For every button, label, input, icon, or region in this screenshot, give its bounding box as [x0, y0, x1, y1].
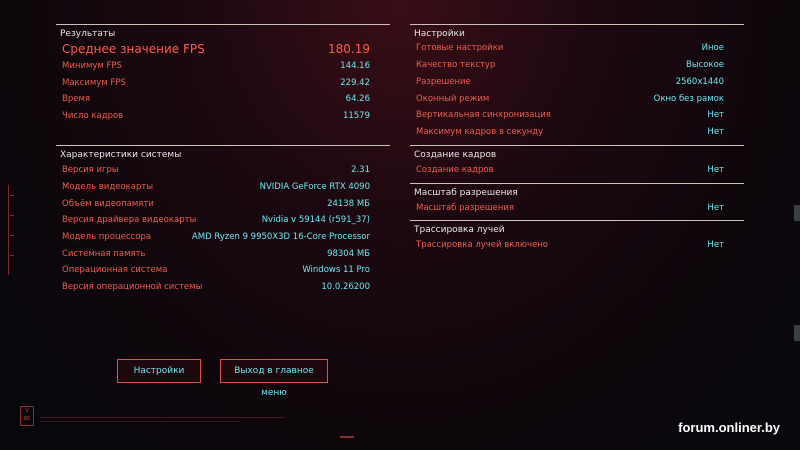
row-label: Время: [62, 94, 90, 104]
right-decoration: [794, 325, 800, 341]
settings-panel: Настройки Готовые настройки Иное Качеств…: [410, 24, 744, 142]
game-version-row: Версия игры 2.31: [56, 162, 390, 179]
row-label: Среднее значение FPS: [62, 42, 205, 56]
row-value: Высокое: [686, 60, 724, 70]
side-decoration: [8, 185, 17, 275]
row-label: Версия операционной системы: [62, 282, 203, 292]
avg-fps-row: Среднее значение FPS 180.19: [56, 41, 390, 59]
right-decoration: [794, 205, 800, 221]
ray-tracing-panel: Трассировка лучей Трассировка лучей вклю…: [410, 220, 744, 256]
row-label: Максимум FPS: [62, 78, 126, 88]
row-value: Окно без рамок: [653, 94, 724, 104]
footer-divider: [40, 421, 240, 422]
os-row: Операционная система Windows 11 Pro: [56, 262, 390, 279]
res-scaling-panel: Масштаб разрешения Масштаб разрешения Не…: [410, 183, 744, 219]
row-label: Масштаб разрешения: [416, 203, 515, 213]
os-version-row: Версия операционной системы 10.0.26200: [56, 279, 390, 296]
vsync-row: Вертикальная синхронизация Нет: [410, 107, 744, 124]
watermark: forum.onliner.by: [678, 420, 780, 435]
row-label: Максимум кадров в секунду: [416, 127, 544, 137]
row-label: Разрешение: [416, 77, 471, 87]
time-row: Время 64.26: [56, 91, 390, 108]
footer-mark-icon: [340, 436, 354, 438]
row-label: Объём видеопамяти: [62, 199, 154, 209]
ray-tracing-row: Трассировка лучей включено Нет: [410, 237, 744, 254]
row-label: Качество текстур: [416, 60, 496, 70]
frame-gen-row: Создание кадров Нет: [410, 162, 744, 179]
gpu-model-row: Модель видеокарты NVIDIA GeForce RTX 409…: [56, 179, 390, 196]
row-value: 180.19: [328, 42, 370, 56]
row-value: 2.31: [351, 165, 370, 175]
row-value: Nvidia v 59144 (r591_37): [261, 215, 370, 225]
row-label: Модель видеокарты: [62, 182, 154, 192]
row-value: 2560x1440: [675, 77, 724, 87]
row-label: Вертикальная синхронизация: [416, 110, 551, 120]
footer-divider: [40, 417, 285, 418]
settings-button[interactable]: Настройки: [117, 359, 201, 383]
row-value: 98304 МБ: [327, 249, 370, 259]
min-fps-row: Минимум FPS 144.16: [56, 58, 390, 75]
row-value: 11579: [342, 111, 370, 121]
max-fps-limit-row: Максимум кадров в секунду Нет: [410, 124, 744, 141]
frame-count-row: Число кадров 11579: [56, 108, 390, 125]
max-fps-row: Максимум FPS 229.42: [56, 75, 390, 92]
cpu-row: Модель процессора AMD Ryzen 9 9950X3D 16…: [56, 229, 390, 246]
vram-row: Объём видеопамяти 24138 МБ: [56, 196, 390, 213]
row-label: Версия игры: [62, 165, 119, 175]
row-label: Версия драйвера видеокарты: [62, 215, 197, 225]
row-value: Иное: [701, 43, 724, 53]
row-label: Число кадров: [62, 111, 124, 121]
row-value: 64.26: [345, 94, 370, 104]
row-label: Трассировка лучей включено: [416, 240, 548, 250]
system-panel: Характеристики системы Версия игры 2.31 …: [56, 145, 390, 300]
row-value: Нет: [707, 165, 724, 175]
logo-icon: V 85: [20, 406, 34, 426]
frame-gen-panel: Создание кадров Создание кадров Нет: [410, 145, 744, 181]
row-label: Создание кадров: [416, 165, 494, 175]
row-value: Windows 11 Pro: [302, 265, 370, 275]
row-label: Готовые настройки: [416, 43, 504, 53]
row-value: AMD Ryzen 9 9950X3D 16-Core Processor: [191, 232, 370, 242]
window-mode-row: Оконный режим Окно без рамок: [410, 91, 744, 108]
row-label: Системная память: [62, 249, 146, 259]
texture-quality-row: Качество текстур Высокое: [410, 57, 744, 74]
row-value: NVIDIA GeForce RTX 4090: [259, 182, 370, 192]
row-value: Нет: [707, 127, 724, 137]
row-value: 10.0.26200: [321, 282, 370, 292]
row-value: Нет: [707, 203, 724, 213]
row-value: 144.16: [340, 61, 370, 71]
row-value: Нет: [707, 240, 724, 250]
row-value: 229.42: [340, 78, 370, 88]
preset-row: Готовые настройки Иное: [410, 40, 744, 57]
main-menu-button[interactable]: Выход в главное меню: [220, 359, 328, 398]
driver-row: Версия драйвера видеокарты Nvidia v 5914…: [56, 212, 390, 229]
resolution-row: Разрешение 2560x1440: [410, 74, 744, 91]
results-panel: Результаты Среднее значение FPS 180.19 М…: [56, 24, 390, 132]
row-label: Оконный режим: [416, 94, 490, 104]
row-value: 24138 МБ: [327, 199, 370, 209]
row-label: Модель процессора: [62, 232, 152, 242]
row-label: Минимум FPS: [62, 61, 122, 71]
res-scaling-row: Масштаб разрешения Нет: [410, 200, 744, 217]
row-label: Операционная система: [62, 265, 168, 275]
ram-row: Системная память 98304 МБ: [56, 246, 390, 263]
row-value: Нет: [707, 110, 724, 120]
